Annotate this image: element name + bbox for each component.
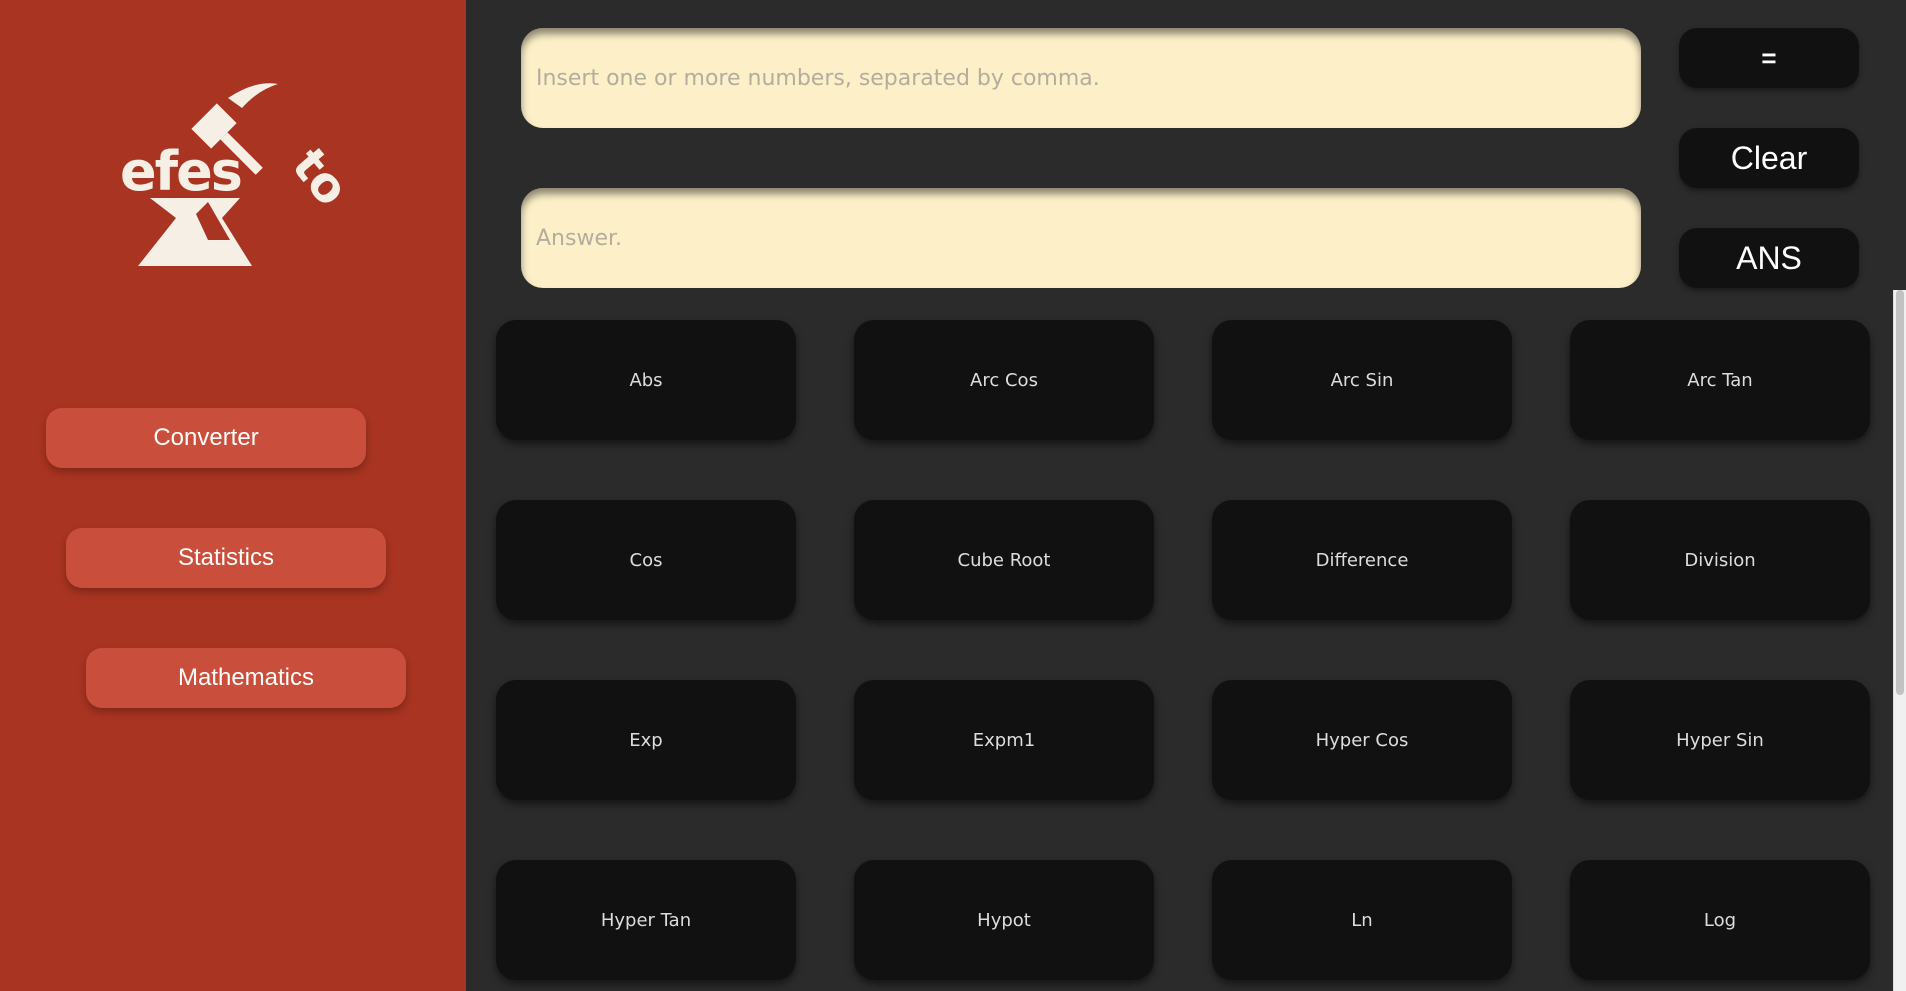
function-button-abs[interactable]: Abs (496, 320, 796, 440)
function-label: Exp (629, 729, 663, 751)
function-button-cos[interactable]: Cos (496, 500, 796, 620)
calculator-panel: = Clear ANS Abs Arc Cos Arc Sin Arc Tan … (466, 0, 1906, 991)
function-button-log[interactable]: Log (1570, 860, 1870, 980)
svg-text:efes: efes (120, 140, 241, 203)
ans-button[interactable]: ANS (1679, 228, 1859, 288)
nav-mathematics-button[interactable]: Mathematics (86, 648, 406, 708)
ans-label: ANS (1736, 239, 1802, 276)
nav-mathematics-label: Mathematics (177, 664, 315, 691)
function-button-arc-cos[interactable]: Arc Cos (854, 320, 1154, 440)
function-button-division[interactable]: Division (1570, 500, 1870, 620)
function-label: Hyper Cos (1315, 729, 1409, 751)
function-label: Cube Root (957, 549, 1051, 571)
function-label: Hypot (977, 909, 1031, 931)
function-button-arc-tan[interactable]: Arc Tan (1570, 320, 1870, 440)
nav-statistics-label: Statistics (177, 544, 275, 571)
function-button-hypot[interactable]: Hypot (854, 860, 1154, 980)
function-label: Expm1 (972, 729, 1036, 751)
efesto-logo: efes to (110, 78, 360, 278)
answer-field[interactable] (521, 188, 1641, 288)
function-label: Hyper Tan (600, 909, 692, 931)
function-button-exp[interactable]: Exp (496, 680, 796, 800)
numbers-input[interactable] (521, 28, 1641, 128)
function-button-hyper-tan[interactable]: Hyper Tan (496, 860, 796, 980)
function-label: Difference (1315, 549, 1409, 571)
equals-button[interactable]: = (1679, 28, 1859, 88)
svg-text:to: to (281, 138, 350, 217)
function-button-arc-sin[interactable]: Arc Sin (1212, 320, 1512, 440)
nav-converter-button[interactable]: Converter (46, 408, 366, 468)
function-label: Arc Sin (1330, 369, 1394, 391)
function-label: Ln (1351, 909, 1373, 931)
scrollbar[interactable] (1893, 290, 1906, 991)
nav-converter-label: Converter (153, 424, 259, 451)
function-button-hyper-sin[interactable]: Hyper Sin (1570, 680, 1870, 800)
function-label: Abs (629, 369, 663, 391)
function-button-ln[interactable]: Ln (1212, 860, 1512, 980)
clear-button[interactable]: Clear (1679, 128, 1859, 188)
function-button-difference[interactable]: Difference (1212, 500, 1512, 620)
equals-label: = (1761, 42, 1777, 73)
function-label: Log (1703, 909, 1737, 931)
function-label: Division (1684, 549, 1756, 571)
function-label: Arc Cos (970, 369, 1038, 391)
function-button-cube-root[interactable]: Cube Root (854, 500, 1154, 620)
function-button-expm1[interactable]: Expm1 (854, 680, 1154, 800)
sidebar: efes to Converter Statistics Mathematics (0, 0, 466, 991)
function-label: Arc Tan (1687, 369, 1753, 391)
clear-label: Clear (1730, 139, 1808, 176)
function-label: Hyper Sin (1676, 729, 1764, 751)
scrollbar-thumb[interactable] (1896, 290, 1904, 695)
function-button-hyper-cos[interactable]: Hyper Cos (1212, 680, 1512, 800)
function-label: Cos (629, 549, 663, 571)
nav-statistics-button[interactable]: Statistics (66, 528, 386, 588)
